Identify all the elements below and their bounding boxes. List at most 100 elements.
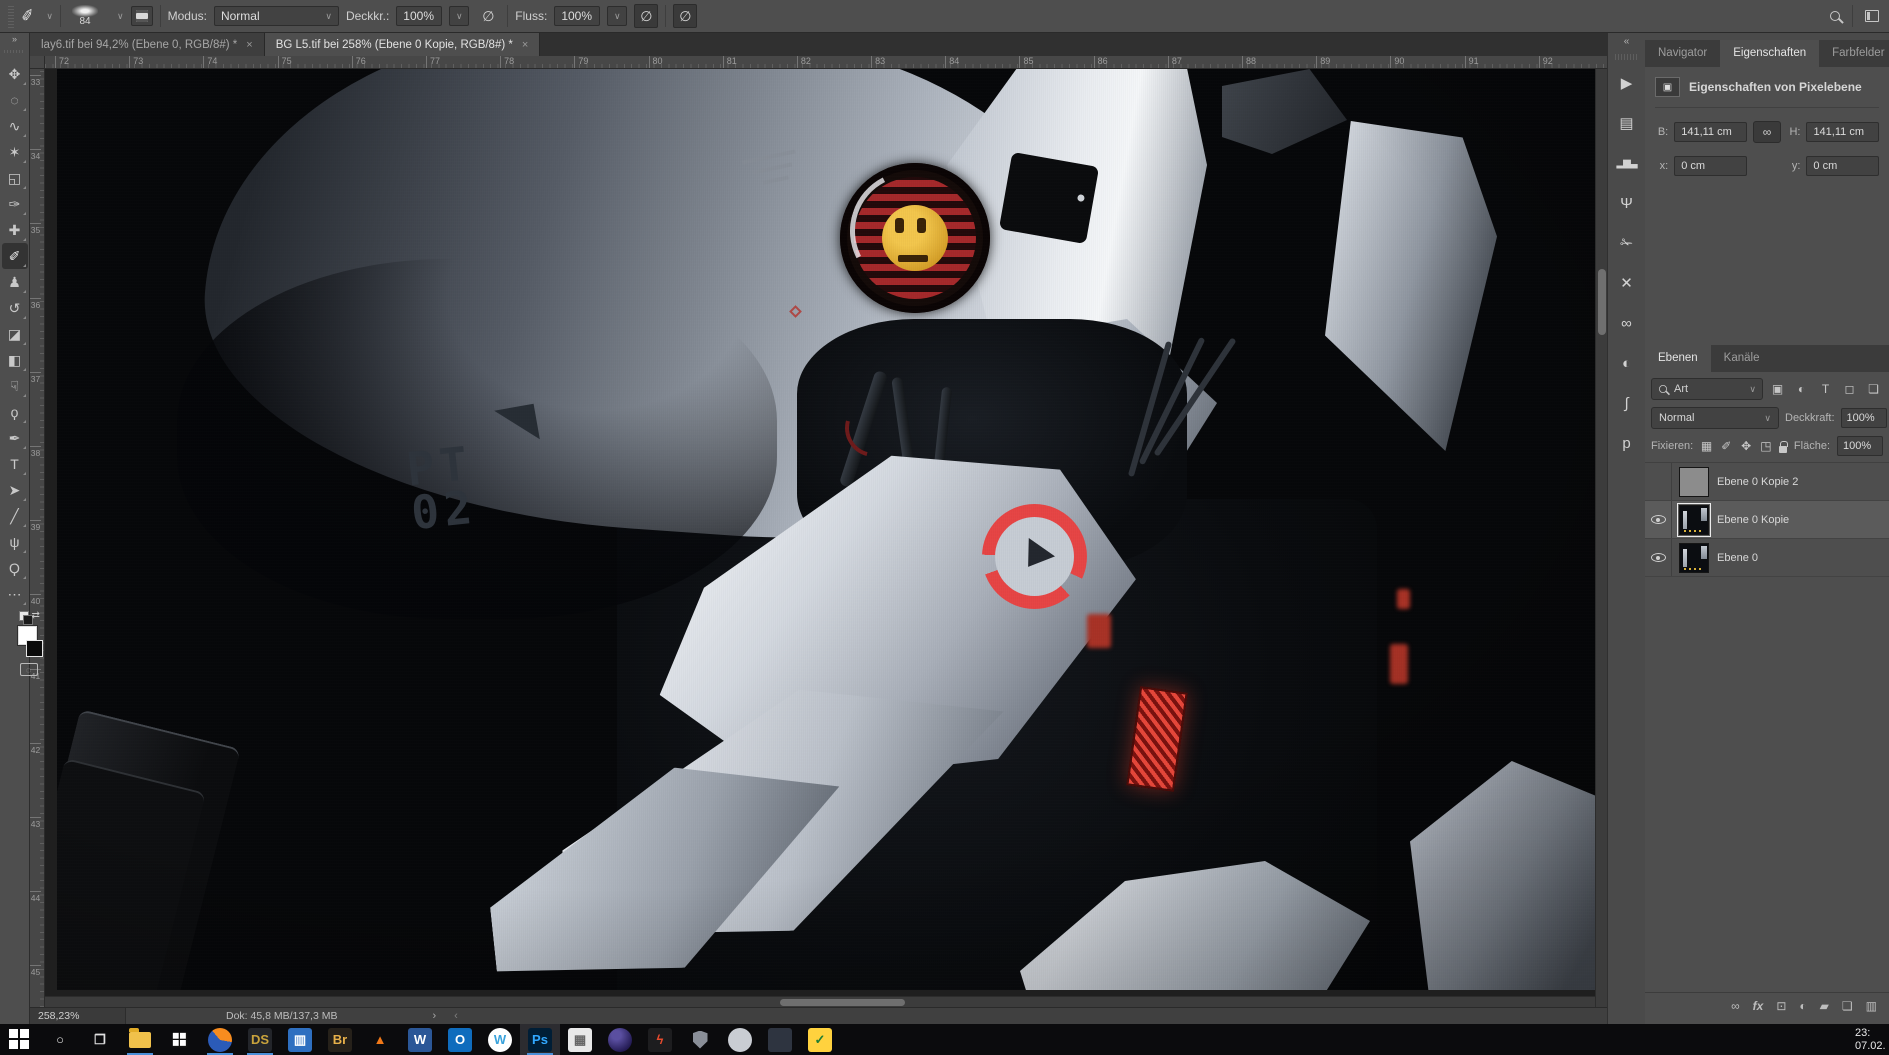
lock-artboard-icon[interactable]: ◳: [1759, 439, 1772, 453]
quick-selection-tool[interactable]: ✶: [2, 139, 28, 165]
lock-all-icon[interactable]: [1779, 440, 1788, 453]
smudge-tool[interactable]: ☟: [2, 373, 28, 399]
path-select-tool[interactable]: ➤: [2, 477, 28, 503]
pen-tool[interactable]: ✒: [2, 425, 28, 451]
cortana-button[interactable]: ○: [40, 1024, 80, 1055]
horizontal-scrollbar-thumb[interactable]: [780, 999, 905, 1006]
default-colors-icon[interactable]: [18, 611, 33, 625]
edit-toolbar-button[interactable]: ⋯: [2, 581, 28, 607]
filter-type-layers-icon[interactable]: T: [1816, 382, 1835, 396]
layer-opacity-field[interactable]: 100%: [1840, 408, 1887, 428]
shield-app-icon[interactable]: [680, 1024, 720, 1055]
gray-app-icon[interactable]: [720, 1024, 760, 1055]
swap-colors-icon[interactable]: ⇄: [32, 610, 40, 621]
ruler-corner[interactable]: [30, 56, 45, 69]
gradient-tool[interactable]: ◧: [2, 347, 28, 373]
layer-row[interactable]: Ebene 0: [1645, 539, 1889, 577]
dodge-tool[interactable]: ϙ: [2, 399, 28, 425]
panel-tab[interactable]: Navigator: [1645, 40, 1720, 67]
vertical-scrollbar-thumb[interactable]: [1598, 269, 1606, 335]
lock-pixels-icon[interactable]: ✐: [1720, 439, 1733, 453]
libraries-panel-icon[interactable]: p: [1612, 428, 1642, 458]
close-icon[interactable]: ×: [522, 39, 528, 51]
brush-settings-panel-toggle[interactable]: [130, 6, 153, 26]
status-next-icon[interactable]: ›: [432, 1010, 436, 1022]
lock-position-icon[interactable]: ✥: [1740, 439, 1753, 453]
store-icon[interactable]: [160, 1024, 200, 1055]
chevron-down-icon[interactable]: ∨: [117, 11, 124, 22]
background-color-swatch[interactable]: [25, 640, 43, 657]
layer-blend-mode-select[interactable]: Normal ∨: [1651, 407, 1779, 429]
canvas-artwork[interactable]: PT 02: [57, 69, 1595, 990]
firefox-icon[interactable]: [200, 1024, 240, 1055]
notes-app-icon[interactable]: ▥: [280, 1024, 320, 1055]
daz-studio-icon[interactable]: DS: [240, 1024, 280, 1055]
adjustment-layer-icon[interactable]: ◐: [1799, 999, 1806, 1013]
history-brush-tool[interactable]: ↺: [2, 295, 28, 321]
taskbar-clock[interactable]: 23: 07.02.: [1855, 1027, 1889, 1053]
lock-transparency-icon[interactable]: ▦: [1700, 439, 1713, 453]
zoom-level-field[interactable]: 258,23%: [30, 1008, 126, 1024]
tool-preset-picker[interactable]: ✐ ∨: [20, 6, 53, 26]
panel-tab[interactable]: Ebenen: [1645, 345, 1711, 372]
horizontal-scrollbar[interactable]: [45, 996, 1595, 1007]
panel-tab[interactable]: Kanäle: [1711, 345, 1773, 372]
brush-preset-picker[interactable]: 84: [68, 5, 102, 27]
filter-pixel-layers-icon[interactable]: ▣: [1768, 382, 1787, 396]
document-size-status[interactable]: Dok: 45,8 MB/137,3 MB: [226, 1010, 337, 1022]
eclipse-icon[interactable]: [600, 1024, 640, 1055]
strip-gripper[interactable]: [1614, 54, 1639, 60]
start-button[interactable]: [0, 1024, 40, 1055]
opacity-field[interactable]: 100%: [396, 6, 443, 26]
search-icon[interactable]: [1830, 11, 1840, 21]
new-layer-icon[interactable]: ❏: [1842, 999, 1853, 1013]
clone-source-panel-icon[interactable]: ✁: [1612, 228, 1642, 258]
explorer-icon[interactable]: [120, 1024, 160, 1055]
dark-app-icon[interactable]: [760, 1024, 800, 1055]
histogram-panel-icon[interactable]: ▂▆▃: [1612, 148, 1642, 178]
paths-panel-icon[interactable]: ∫: [1612, 388, 1642, 418]
flow-dropdown-button[interactable]: ∨: [607, 6, 628, 26]
layer-mask-icon[interactable]: ⊡: [1776, 999, 1786, 1013]
layer-row[interactable]: Ebene 0 Kopie: [1645, 501, 1889, 539]
width-field[interactable]: 141,11 cm: [1674, 122, 1747, 142]
opacity-dropdown-button[interactable]: ∨: [449, 6, 470, 26]
move-tool[interactable]: ✥: [2, 61, 28, 87]
document-tab[interactable]: lay6.tif bei 94,2% (Ebene 0, RGB/8#) * ×: [30, 33, 265, 56]
w-app-icon[interactable]: W: [480, 1024, 520, 1055]
workspace-icon[interactable]: [1865, 10, 1879, 22]
options-bar-gripper[interactable]: [8, 4, 14, 28]
layer-effects-icon[interactable]: fx: [1753, 999, 1764, 1013]
pressure-size-button[interactable]: ∅: [673, 4, 698, 28]
link-dimensions-icon[interactable]: ∞: [1752, 121, 1782, 143]
line-tool[interactable]: ╱: [2, 503, 28, 529]
photoshop-icon[interactable]: Ps: [520, 1024, 560, 1055]
filter-adjustment-layers-icon[interactable]: ◐: [1792, 382, 1811, 396]
eraser-tool[interactable]: ◪: [2, 321, 28, 347]
filter-shape-layers-icon[interactable]: ◻: [1840, 382, 1859, 396]
collapse-panels-icon[interactable]: «: [1624, 33, 1630, 51]
link-layers-icon[interactable]: ∞: [1731, 999, 1740, 1013]
layer-thumbnail[interactable]: [1679, 466, 1709, 497]
layer-group-icon[interactable]: ▰: [1820, 999, 1829, 1013]
status-prev-icon[interactable]: ‹: [454, 1010, 458, 1022]
bridge-icon[interactable]: Br: [320, 1024, 360, 1055]
airbrush-toggle-button[interactable]: ∅: [634, 4, 659, 28]
task-view-button[interactable]: ❐: [80, 1024, 120, 1055]
layer-visibility-toggle[interactable]: [1645, 539, 1672, 576]
layer-visibility-toggle[interactable]: [1645, 501, 1672, 538]
layer-row[interactable]: Ebene 0 Kopie 2: [1645, 463, 1889, 501]
canvas-pasteboard[interactable]: PT 02: [45, 69, 1595, 1007]
check-app-icon[interactable]: ✓: [800, 1024, 840, 1055]
brushes-panel-icon[interactable]: Ψ: [1612, 188, 1642, 218]
brush-tool[interactable]: ✐: [1, 243, 28, 269]
layer-thumbnail[interactable]: [1679, 542, 1709, 573]
eyedropper-tool[interactable]: ✑: [2, 191, 28, 217]
blend-mode-select[interactable]: Normal ∨: [213, 6, 339, 26]
adjustments-panel-icon[interactable]: ◐: [1612, 348, 1642, 378]
delete-layer-icon[interactable]: ▥: [1866, 999, 1877, 1013]
panel-tab[interactable]: Farbfelder: [1819, 40, 1889, 67]
vertical-ruler[interactable]: 33 34 35 36 37 38 39 40 41 42 43 44 45: [30, 69, 45, 1007]
lasso-tool[interactable]: ∿: [2, 113, 28, 139]
layer-visibility-toggle[interactable]: [1645, 463, 1672, 500]
